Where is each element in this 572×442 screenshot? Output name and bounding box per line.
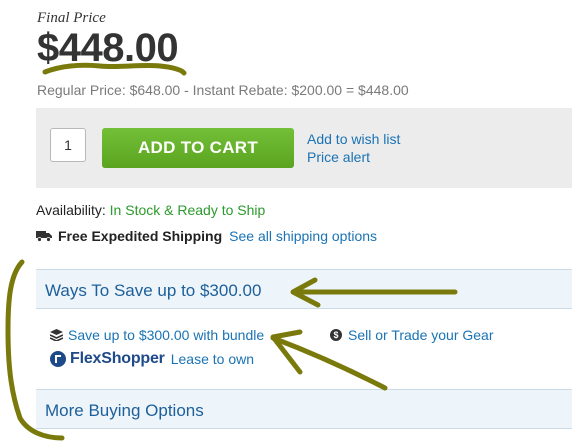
add-to-cart-button[interactable]: ADD TO CART bbox=[102, 128, 294, 168]
layers-icon bbox=[50, 329, 63, 341]
flexshopper-logo: FlexShopper bbox=[70, 350, 165, 367]
dollar-circle-icon: $ bbox=[330, 329, 342, 341]
cart-secondary-links: Add to wish list Price alert bbox=[307, 130, 400, 166]
more-buying-options-title: More Buying Options bbox=[45, 401, 204, 420]
lease-to-own-link[interactable]: Lease to own bbox=[171, 351, 254, 367]
ways-to-save-content: Save up to $300.00 with bundle $ Sell or… bbox=[36, 309, 572, 389]
ways-to-save-title: Ways To Save up to $300.00 bbox=[45, 281, 262, 300]
bundle-offer: Save up to $300.00 with bundle bbox=[50, 327, 264, 343]
more-buying-options-header[interactable]: More Buying Options bbox=[36, 389, 572, 429]
shipping-options-link[interactable]: See all shipping options bbox=[229, 228, 377, 244]
sell-trade-link[interactable]: Sell or Trade your Gear bbox=[348, 327, 494, 343]
price-breakdown: Regular Price: $648.00 - Instant Rebate:… bbox=[37, 82, 409, 98]
shipping-line: Free Expedited Shipping See all shipping… bbox=[36, 228, 377, 244]
truck-icon bbox=[36, 231, 52, 242]
add-to-wish-list-link[interactable]: Add to wish list bbox=[307, 130, 400, 148]
availability-label: Availability: bbox=[36, 202, 106, 218]
price-alert-link[interactable]: Price alert bbox=[307, 148, 400, 166]
availability-line: Availability: In Stock & Ready to Ship bbox=[36, 202, 265, 218]
final-price-label: Final Price bbox=[37, 10, 106, 26]
final-price: $448.00 bbox=[37, 26, 179, 70]
ways-to-save-header[interactable]: Ways To Save up to $300.00 bbox=[36, 269, 572, 309]
bundle-link[interactable]: Save up to $300.00 with bundle bbox=[68, 327, 264, 343]
stock-status: In Stock & Ready to Ship bbox=[109, 202, 266, 218]
quantity-input[interactable] bbox=[50, 128, 86, 162]
flexshopper-offer: FlexShopper Lease to own bbox=[50, 350, 254, 368]
free-shipping-title: Free Expedited Shipping bbox=[58, 228, 223, 244]
flexshopper-logo-icon bbox=[50, 351, 66, 367]
add-to-cart-panel: ADD TO CART Add to wish list Price alert bbox=[36, 108, 572, 188]
sell-trade-offer: $ Sell or Trade your Gear bbox=[330, 327, 494, 343]
